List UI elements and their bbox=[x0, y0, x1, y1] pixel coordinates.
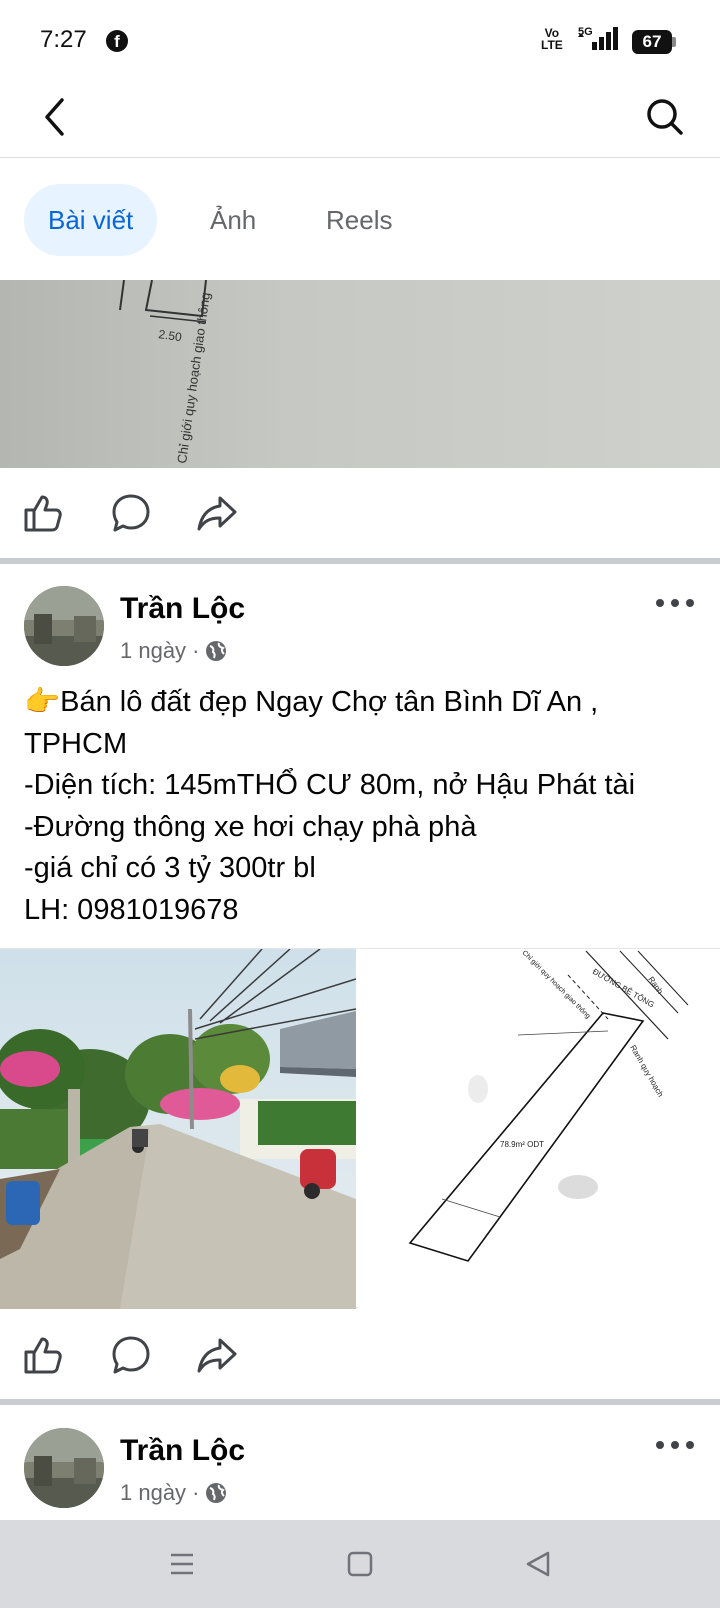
post-line: -giá chỉ có 3 tỷ 300tr bl bbox=[24, 852, 316, 884]
comment-icon bbox=[112, 494, 150, 532]
plan-caption: Chỉ giới quy hoạch giao thông bbox=[174, 291, 213, 464]
recent-apps-button[interactable] bbox=[158, 1540, 206, 1588]
post-line: LH: 0981019678 bbox=[24, 893, 239, 926]
plan-road-label: ĐƯỜNG BÊ TÔNG bbox=[591, 967, 656, 1010]
tab-photos[interactable]: Ảnh bbox=[186, 184, 280, 256]
share-icon bbox=[197, 1338, 237, 1373]
post-time[interactable]: 1 ngày bbox=[120, 638, 186, 664]
author-name[interactable]: Trần Lộc bbox=[120, 1434, 245, 1468]
previous-post-actions bbox=[0, 468, 720, 558]
back-arrow-icon bbox=[45, 98, 64, 136]
comment-icon bbox=[112, 1336, 150, 1374]
post-media: ĐƯỜNG BÊ TÔNG Chỉ giới quy hoạch giao th… bbox=[0, 948, 720, 1309]
post-line: 👉Bán lô đất đẹp Ngay Chợ tân Bình Dĩ An … bbox=[24, 686, 599, 718]
post-actions bbox=[0, 1310, 720, 1400]
back-button[interactable] bbox=[30, 92, 80, 142]
avatar[interactable] bbox=[24, 1428, 104, 1508]
plan-planning-line-label: Chỉ giới quy hoạch giao thông bbox=[521, 949, 592, 1020]
comment-button[interactable] bbox=[108, 490, 154, 536]
more-options-button[interactable] bbox=[650, 586, 700, 620]
tab-reels[interactable]: Reels bbox=[302, 184, 416, 256]
status-bar: 7:27 f Vo LTE 5G 67 bbox=[0, 0, 720, 82]
app-bar bbox=[0, 82, 720, 158]
post-header: Trần Lộc 1 ngày · bbox=[0, 586, 720, 676]
post-line: -Diện tích: 145mTHỔ CƯ 80m, nở Hậu Phát … bbox=[24, 769, 636, 801]
back-triangle-icon bbox=[526, 1551, 550, 1577]
status-time: 7:27 bbox=[40, 26, 87, 53]
home-icon bbox=[347, 1551, 373, 1577]
more-options-button[interactable] bbox=[650, 1428, 700, 1462]
menu-icon bbox=[171, 1553, 193, 1575]
battery-level: 67 bbox=[632, 30, 672, 54]
plan-right-label: Ranh quy hoạch bbox=[628, 1044, 665, 1099]
comment-button[interactable] bbox=[108, 1332, 154, 1378]
search-icon bbox=[647, 99, 683, 135]
plan-corner-label: Ranh bbox=[646, 975, 664, 996]
post-line: -Đường thông xe hơi chạy phà phà bbox=[24, 810, 477, 843]
search-button[interactable] bbox=[640, 92, 690, 142]
share-button[interactable] bbox=[194, 1332, 240, 1378]
author-name[interactable]: Trần Lộc bbox=[120, 592, 245, 626]
globe-icon bbox=[206, 1483, 227, 1503]
next-post-header: Trần Lộc 1 ngày · bbox=[0, 1428, 720, 1518]
street-photo[interactable] bbox=[0, 949, 356, 1309]
more-icon bbox=[656, 599, 694, 607]
plan-area-label: 78.9m² ODT bbox=[500, 1140, 544, 1149]
signal-icon: 5G bbox=[578, 26, 618, 50]
post-time[interactable]: 1 ngày bbox=[120, 1480, 186, 1506]
post-divider bbox=[0, 1399, 720, 1405]
avatar[interactable] bbox=[24, 586, 104, 666]
post-divider bbox=[0, 558, 720, 564]
profile-tabs: Bài viết Ảnh Reels bbox=[0, 158, 720, 278]
like-button[interactable] bbox=[20, 490, 66, 536]
like-icon bbox=[24, 495, 62, 532]
meta-separator: · bbox=[192, 1480, 200, 1505]
more-icon bbox=[656, 1441, 694, 1449]
battery-icon: 67 bbox=[632, 30, 676, 54]
globe-icon bbox=[206, 641, 227, 661]
post-meta: 1 ngày · bbox=[120, 1480, 227, 1506]
facebook-notification-icon: f bbox=[106, 30, 128, 52]
meta-separator: · bbox=[192, 638, 200, 663]
tab-posts[interactable]: Bài viết bbox=[24, 184, 158, 256]
home-button[interactable] bbox=[336, 1540, 384, 1588]
land-plan-photo[interactable]: ĐƯỜNG BÊ TÔNG Chỉ giới quy hoạch giao th… bbox=[358, 949, 720, 1309]
share-icon bbox=[197, 496, 237, 531]
system-navigation-bar bbox=[0, 1520, 720, 1608]
share-button[interactable] bbox=[194, 490, 240, 536]
post-line: TPHCM bbox=[24, 727, 128, 760]
previous-post-photo[interactable]: 2.50 Chỉ giới quy hoạch giao thông bbox=[0, 280, 720, 468]
volte-indicator: Vo LTE bbox=[541, 26, 563, 52]
post-meta: 1 ngày · bbox=[120, 638, 227, 664]
post-text: 👉Bán lô đất đẹp Ngay Chợ tân Bình Dĩ An … bbox=[24, 682, 704, 931]
plan-dimension: 2.50 bbox=[158, 327, 183, 344]
like-icon bbox=[24, 1337, 62, 1374]
like-button[interactable] bbox=[20, 1332, 66, 1378]
system-back-button[interactable] bbox=[514, 1540, 562, 1588]
land-plan-image: 2.50 Chỉ giới quy hoạch giao thông bbox=[119, 280, 213, 464]
